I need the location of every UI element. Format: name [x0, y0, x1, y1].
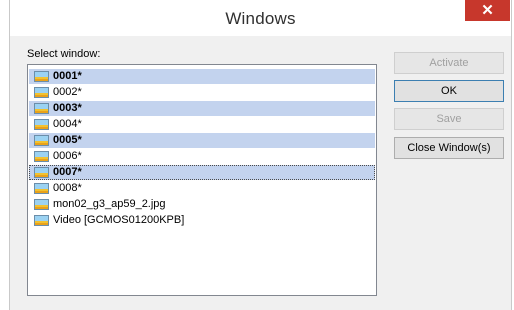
image-icon: [34, 87, 49, 98]
activate-button[interactable]: Activate: [394, 52, 504, 74]
list-item-label: 0003*: [53, 102, 82, 114]
list-item-label: 0005*: [53, 134, 82, 146]
title-bar: Windows ✕: [10, 0, 511, 36]
image-icon: [34, 215, 49, 226]
list-item[interactable]: 0001*: [29, 69, 375, 84]
list-item[interactable]: 0007*: [29, 165, 375, 180]
list-item-label: 0004*: [53, 118, 82, 130]
close-windows-button[interactable]: Close Window(s): [394, 137, 504, 159]
image-icon: [34, 71, 49, 82]
list-item[interactable]: mon02_g3_ap59_2.jpg: [29, 197, 375, 212]
list-item-label: 0001*: [53, 70, 82, 82]
image-icon: [34, 167, 49, 178]
list-item[interactable]: 0006*: [29, 149, 375, 164]
select-window-label: Select window:: [27, 48, 101, 60]
close-button[interactable]: ✕: [465, 0, 510, 21]
image-icon: [34, 151, 49, 162]
ok-button[interactable]: OK: [394, 80, 504, 102]
image-icon: [34, 119, 49, 130]
windows-dialog: Windows ✕ Select window: 0001* 0002* 000…: [9, 0, 512, 310]
list-item-label: mon02_g3_ap59_2.jpg: [53, 198, 166, 210]
list-item-label: 0008*: [53, 182, 82, 194]
window-listbox[interactable]: 0001* 0002* 0003* 0004* 0005* 0006* 0007…: [27, 64, 377, 296]
list-item[interactable]: Video [GCMOS01200KPB]: [29, 213, 375, 228]
list-item[interactable]: 0008*: [29, 181, 375, 196]
dialog-title: Windows: [225, 9, 296, 28]
list-item-label: 0007*: [53, 166, 82, 178]
image-icon: [34, 199, 49, 210]
image-icon: [34, 103, 49, 114]
image-icon: [34, 183, 49, 194]
image-icon: [34, 135, 49, 146]
list-item[interactable]: 0003*: [29, 101, 375, 116]
save-button[interactable]: Save: [394, 108, 504, 130]
list-item-label: Video [GCMOS01200KPB]: [53, 214, 185, 226]
list-item[interactable]: 0005*: [29, 133, 375, 148]
list-item[interactable]: 0002*: [29, 85, 375, 100]
close-icon: ✕: [481, 2, 494, 19]
list-item-label: 0006*: [53, 150, 82, 162]
list-item[interactable]: 0004*: [29, 117, 375, 132]
list-item-label: 0002*: [53, 86, 82, 98]
